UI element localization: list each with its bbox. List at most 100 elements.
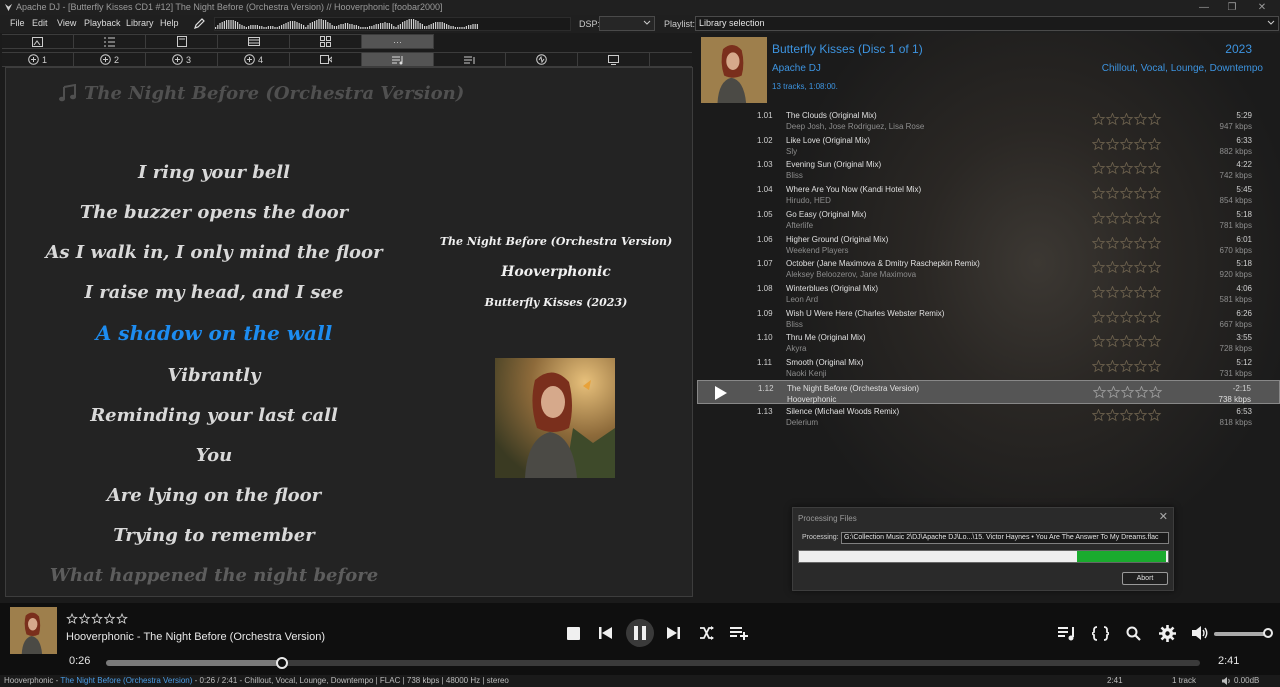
menu-file[interactable]: File <box>10 18 25 28</box>
menu-library[interactable]: Library <box>126 18 154 28</box>
abort-button[interactable]: Abort <box>1122 572 1168 585</box>
stop-icon[interactable] <box>567 627 580 640</box>
track-rating[interactable] <box>1092 211 1162 225</box>
track-row[interactable]: 1.07 October (Jane Maximova & Dmitry Rasc… <box>697 256 1280 280</box>
star-icon[interactable] <box>1092 187 1106 200</box>
volume-slider[interactable] <box>1214 628 1273 638</box>
next-icon[interactable] <box>666 626 680 640</box>
menu-view[interactable]: View <box>57 18 76 28</box>
star-icon[interactable] <box>1147 187 1162 200</box>
tab-monitor[interactable] <box>578 53 650 66</box>
track-rating[interactable] <box>1092 162 1162 175</box>
maximize-button[interactable]: ❐ <box>1216 0 1248 15</box>
star-icon[interactable] <box>78 613 91 624</box>
track-row[interactable]: 1.11 Smooth (Original Mix) Naoki Kenji 5:12… <box>697 355 1280 379</box>
track-row[interactable]: 1.08 Winterblues (Original Mix) Leon Ard 4:… <box>697 281 1280 305</box>
previous-icon[interactable] <box>599 626 613 640</box>
star-icon[interactable] <box>1092 137 1106 150</box>
star-icon[interactable] <box>1133 236 1148 249</box>
star-icon[interactable] <box>1133 335 1148 348</box>
star-icon[interactable] <box>1147 285 1162 299</box>
track-rating[interactable] <box>1092 137 1162 151</box>
star-icon[interactable] <box>1092 409 1106 422</box>
search-icon[interactable] <box>1126 626 1141 641</box>
tab-playlist-view[interactable] <box>434 53 506 66</box>
track-rating[interactable] <box>1092 409 1162 422</box>
star-icon[interactable] <box>1147 211 1162 225</box>
star-icon[interactable] <box>1119 335 1134 348</box>
star-icon[interactable] <box>1147 335 1162 348</box>
star-icon[interactable] <box>1092 211 1106 225</box>
star-icon[interactable] <box>1119 187 1134 200</box>
seek-knob[interactable] <box>276 657 289 669</box>
star-icon[interactable] <box>1092 162 1106 175</box>
track-row[interactable]: 1.05 Go Easy (Original Mix) Afterlife 5:18 7… <box>697 207 1280 231</box>
track-row[interactable]: 1.02 Like Love (Original Mix) Sly 6:33 882 k… <box>697 133 1280 157</box>
track-rating[interactable] <box>1093 385 1163 399</box>
track-rating[interactable] <box>1092 113 1162 126</box>
playlist-select[interactable]: Library selection <box>695 16 1279 31</box>
star-icon[interactable] <box>1133 137 1148 150</box>
track-rating[interactable] <box>1092 187 1162 200</box>
track-row[interactable]: 1.06 Higher Ground (Original Mix) Weekend … <box>697 232 1280 256</box>
star-icon[interactable] <box>1092 360 1106 373</box>
track-rating[interactable] <box>1092 360 1162 373</box>
star-icon[interactable] <box>1133 162 1148 175</box>
tab-document[interactable] <box>146 35 218 48</box>
now-playing-art[interactable] <box>10 607 57 654</box>
star-icon[interactable] <box>1092 113 1106 126</box>
track-row[interactable]: 1.10 Thru Me (Original Mix) Akyra 3:55 728 k… <box>697 330 1280 354</box>
tab-more[interactable]: ··· <box>362 35 434 48</box>
star-icon[interactable] <box>91 613 103 624</box>
star-icon[interactable] <box>1147 360 1162 373</box>
star-icon[interactable] <box>1147 113 1162 126</box>
star-icon[interactable] <box>1119 285 1134 299</box>
close-icon[interactable]: ✕ <box>1159 510 1168 523</box>
menu-playback[interactable]: Playback <box>84 18 121 28</box>
menu-edit[interactable]: Edit <box>32 18 48 28</box>
star-icon[interactable] <box>1119 236 1134 249</box>
shuffle-icon[interactable] <box>699 626 714 640</box>
close-window-button[interactable]: ✕ <box>1246 0 1278 15</box>
track-row[interactable]: 1.13 Silence (Michael Woods Remix) Deleriu… <box>697 404 1280 428</box>
tab-video[interactable] <box>290 53 362 66</box>
star-icon[interactable] <box>1092 236 1106 249</box>
star-icon[interactable] <box>1119 162 1134 175</box>
star-icon[interactable] <box>1133 360 1148 373</box>
star-icon[interactable] <box>1105 236 1120 249</box>
star-icon[interactable] <box>1148 385 1163 398</box>
star-icon[interactable] <box>1105 187 1120 200</box>
star-icon[interactable] <box>1119 137 1134 150</box>
star-icon[interactable] <box>1147 261 1162 274</box>
star-icon[interactable] <box>116 613 128 624</box>
tab-list[interactable] <box>74 35 146 48</box>
star-icon[interactable] <box>1119 310 1134 323</box>
star-icon[interactable] <box>66 613 78 624</box>
star-icon[interactable] <box>1133 261 1148 274</box>
tab-playlist-3[interactable]: 3 <box>146 53 218 66</box>
star-icon[interactable] <box>1147 409 1162 422</box>
pause-button[interactable] <box>626 619 654 647</box>
status-title-link[interactable]: The Night Before (Orchestra Version) <box>60 676 192 685</box>
track-row[interactable]: 1.01 The Clouds (Original Mix) Deep Josh, … <box>697 108 1280 132</box>
star-icon[interactable] <box>1133 409 1148 422</box>
tab-playlist-2[interactable]: 2 <box>74 53 146 66</box>
star-icon[interactable] <box>1105 335 1120 348</box>
star-icon[interactable] <box>1133 310 1148 323</box>
tab-lyrics[interactable] <box>362 53 434 66</box>
star-icon[interactable] <box>1105 211 1120 225</box>
track-rating[interactable] <box>1092 335 1162 348</box>
seek-bar[interactable] <box>106 657 1200 669</box>
track-row[interactable]: 1.12 The Night Before (Orchestra Version)… <box>697 379 1280 404</box>
track-row[interactable]: 1.03 Evening Sun (Original Mix) Bliss 4:22 7… <box>697 157 1280 181</box>
star-icon[interactable] <box>1119 360 1134 373</box>
add-to-queue-icon[interactable] <box>730 626 750 640</box>
brackets-icon[interactable] <box>1092 626 1109 641</box>
star-icon[interactable] <box>103 613 116 624</box>
processing-path-field[interactable]: G:\Collection Music 2\DJ\Apache DJ\Lo...… <box>841 532 1169 544</box>
star-icon[interactable] <box>1105 285 1120 299</box>
star-icon[interactable] <box>1147 162 1162 175</box>
volume-knob[interactable] <box>1263 628 1273 638</box>
star-icon[interactable] <box>1092 310 1106 323</box>
star-icon[interactable] <box>1092 335 1106 348</box>
